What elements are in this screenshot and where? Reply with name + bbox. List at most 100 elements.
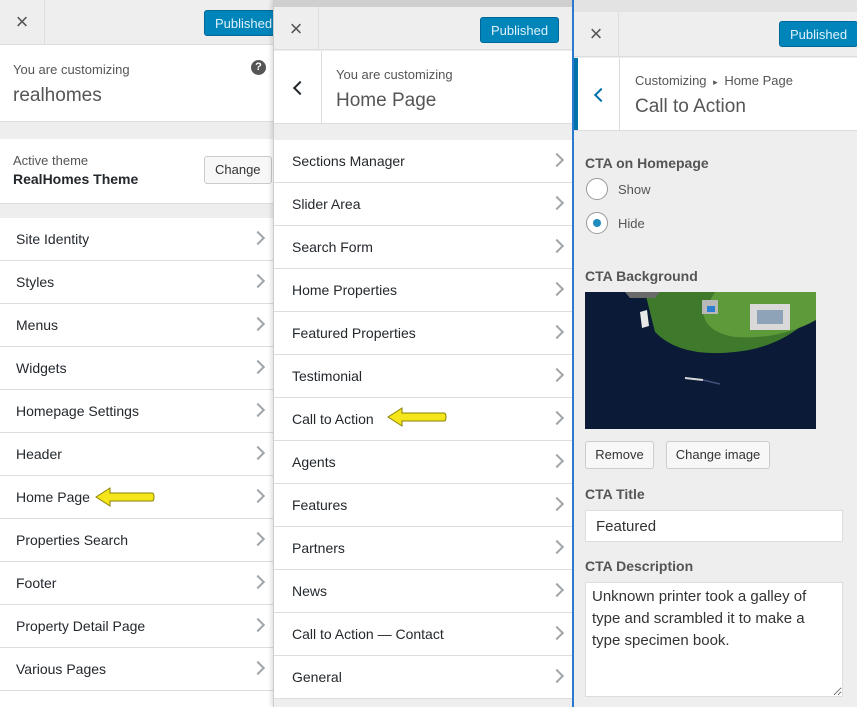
section-label: Partners [292,540,345,556]
back-button[interactable] [274,51,322,123]
section-label: Menus [16,317,59,333]
breadcrumb: Customizing ▸ Home Page [635,73,793,88]
chevron-right-icon [549,367,565,383]
customizer-root-panel: × Published You are customizing realhome… [0,0,275,707]
publish-button[interactable]: Published [204,10,275,36]
chevron-right-icon [250,359,266,375]
cta-homepage-label: CTA on Homepage [585,155,709,171]
section-features[interactable]: Features [274,484,574,527]
highlight-arrow-icon [387,407,447,427]
chevron-right-icon [549,281,565,297]
section-title: Call to Action [635,96,746,117]
section-label: Site Identity [16,231,90,247]
chevron-right-icon [549,324,565,340]
show-radio[interactable] [586,178,608,200]
section-styles[interactable]: Styles [0,261,275,304]
section-label: Home Properties [292,282,398,298]
section-various-pages[interactable]: Various Pages [0,648,275,691]
active-theme-label: Active theme [13,153,89,168]
close-customizer-button[interactable]: × [574,12,619,56]
section-more[interactable] [0,691,275,707]
section-sections-manager[interactable]: Sections Manager [274,140,574,183]
section-label: Properties Search [16,532,129,548]
customizing-label: You are customizing [336,67,453,82]
section-featured-properties[interactable]: Featured Properties [274,312,574,355]
close-customizer-button[interactable]: × [0,0,45,44]
section-label: Call to Action [292,411,374,427]
publish-button[interactable]: Published [779,21,857,47]
section-label: Property Detail Page [16,618,146,634]
hide-label: Hide [618,216,645,231]
chevron-right-icon [250,445,266,461]
chevron-right-icon [549,625,565,641]
chevron-right-icon [250,316,266,332]
section-property-detail-page[interactable]: Property Detail Page [0,605,275,648]
section-slider-area[interactable]: Slider Area [274,183,574,226]
section-search-form[interactable]: Search Form [274,226,574,269]
chevron-right-icon [250,273,266,289]
section-title: Home Page [336,90,437,111]
chevron-right-icon [250,531,266,547]
section-header[interactable]: Header [0,433,275,476]
cta-background-image[interactable] [585,292,816,429]
site-name: realhomes [13,85,102,106]
active-theme-box: Active theme RealHomes Theme Change [0,139,275,204]
section-header-box: You are customizing Home Page [274,51,574,124]
section-widgets[interactable]: Widgets [0,347,275,390]
cta-title-input[interactable] [585,510,843,542]
cta-description-label: CTA Description [585,558,694,574]
chevron-right-icon [250,402,266,418]
chevron-right-icon [250,230,266,246]
section-partners[interactable]: Partners [274,527,574,570]
cta-background-label: CTA Background [585,268,698,284]
section-news[interactable]: News [274,570,574,613]
section-label: Styles [16,274,55,290]
chevron-right-icon [549,496,565,512]
section-label: General [292,669,342,685]
section-agents[interactable]: Agents [274,441,574,484]
panel1-section-list: Site Identity Styles Menus Widgets Homep… [0,218,275,707]
section-label: Search Form [292,239,373,255]
change-image-button[interactable]: Change image [666,441,770,469]
chevron-left-icon [292,80,308,96]
section-homepage-settings[interactable]: Homepage Settings [0,390,275,433]
chevron-right-icon [549,238,565,254]
change-theme-button[interactable]: Change [204,156,272,184]
close-customizer-button[interactable]: × [274,7,319,50]
cta-title-label: CTA Title [585,486,645,502]
chevron-right-icon [549,453,565,469]
chevron-right-icon [549,539,565,555]
chevron-left-icon [593,87,609,103]
section-label: Homepage Settings [16,403,139,419]
chevron-right-icon [250,660,266,676]
chevron-right-icon [549,195,565,211]
call-to-action-panel: × Published Customizing ▸ Home Page Call… [572,0,857,707]
section-label: Footer [16,575,57,591]
panel2-header: × Published [274,0,574,50]
chevron-right-icon [549,410,565,426]
section-general[interactable]: General [274,656,574,699]
section-properties-search[interactable]: Properties Search [0,519,275,562]
section-footer[interactable]: Footer [0,562,275,605]
show-label: Show [618,182,651,197]
section-label: Slider Area [292,196,361,212]
section-call-to-action-contact[interactable]: Call to Action — Contact [274,613,574,656]
customizing-label: You are customizing [13,62,130,77]
remove-image-button[interactable]: Remove [585,441,654,469]
cta-description-textarea[interactable]: Unknown printer took a galley of type an… [585,582,843,697]
chevron-right-icon [549,582,565,598]
panel3-header: × Published [574,0,857,57]
publish-button[interactable]: Published [480,17,560,43]
section-label: Home Page [16,489,90,505]
section-site-identity[interactable]: Site Identity [0,218,275,261]
section-home-properties[interactable]: Home Properties [274,269,574,312]
section-label: Featured Properties [292,325,416,341]
section-testimonial[interactable]: Testimonial [274,355,574,398]
chevron-right-icon [250,574,266,590]
help-icon[interactable]: ? [251,60,266,75]
hide-radio[interactable] [586,212,608,234]
section-label: Testimonial [292,368,363,384]
section-label: Sections Manager [292,153,405,169]
back-button[interactable] [574,58,620,130]
section-menus[interactable]: Menus [0,304,275,347]
